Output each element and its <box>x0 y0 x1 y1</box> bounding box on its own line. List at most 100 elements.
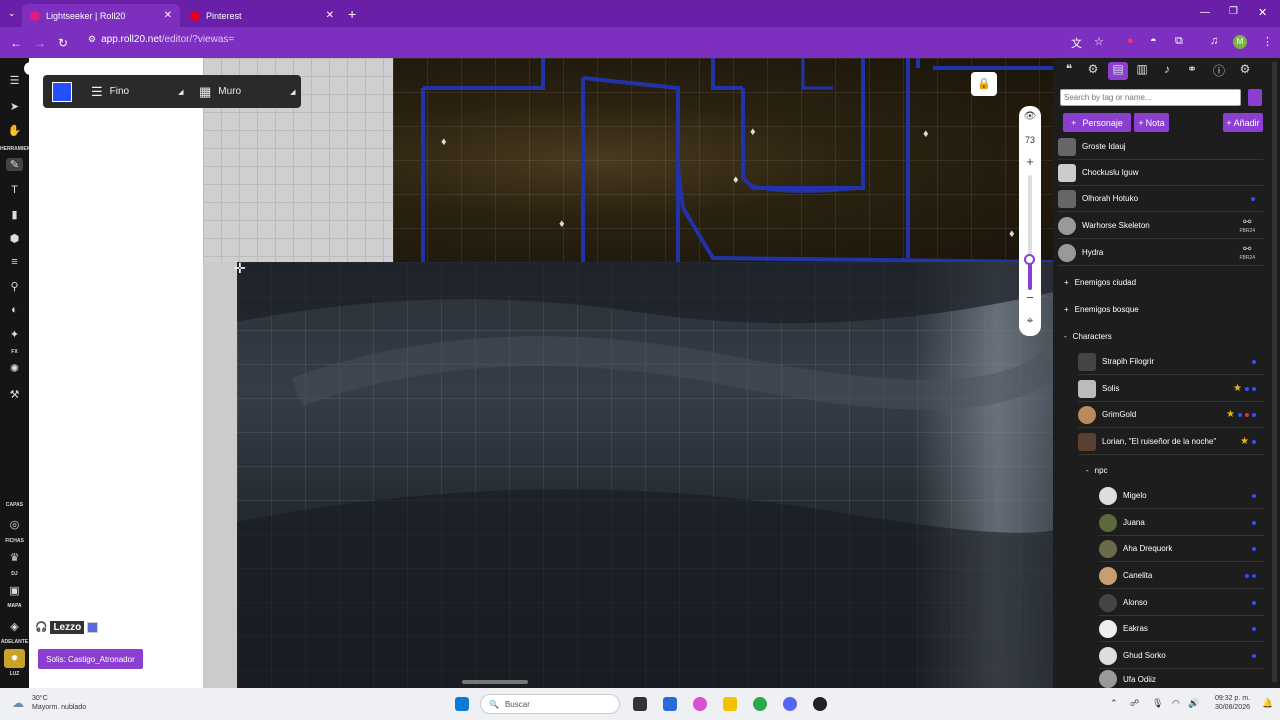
tag-filter-button[interactable] <box>1248 89 1262 106</box>
gear-icon[interactable]: ⚙ <box>1235 62 1255 76</box>
app-icon[interactable] <box>813 697 827 711</box>
magic-wand-icon[interactable]: ⚒ <box>6 388 23 401</box>
npc-entry[interactable]: Alonso <box>1099 590 1264 616</box>
ruler-icon[interactable]: ▮ <box>6 208 23 221</box>
chrome-icon[interactable] <box>753 697 767 711</box>
new-tab-button[interactable]: + <box>348 6 356 22</box>
stroke-width-select[interactable]: ☰ Fino ◢ <box>91 84 184 100</box>
player-color-swatch[interactable] <box>87 622 99 633</box>
forward-icon[interactable]: → <box>34 36 46 50</box>
recenter-icon[interactable]: ⌖ <box>1019 313 1041 328</box>
journal-entry[interactable]: Warhorse Skeleton ⚯ FBR24 <box>1058 213 1263 239</box>
task-view-icon[interactable] <box>633 697 647 711</box>
compendium-tab-icon[interactable]: ▥ <box>1132 62 1152 76</box>
folder-enemigos-ciudad[interactable]: + Enemigos ciudad <box>1064 269 1136 295</box>
windows-start-icon[interactable] <box>455 697 469 711</box>
npc-entry[interactable]: Canelita <box>1099 563 1264 589</box>
extension-icon[interactable]: ◓ <box>1150 35 1157 47</box>
chevron-up-icon[interactable]: ⌃ <box>1110 698 1118 709</box>
tab-pinterest[interactable]: Pinterest ✕ <box>182 4 342 27</box>
text-icon[interactable]: T <box>6 184 23 196</box>
horizontal-scroll-handle[interactable] <box>462 680 528 684</box>
dice-icon[interactable]: ⬢ <box>6 232 23 245</box>
journal-search-input[interactable] <box>1060 89 1241 106</box>
media-icon[interactable]: ♫ <box>1210 35 1218 47</box>
shape-select[interactable]: ▦ Muro ◢ <box>199 84 295 100</box>
mic-icon[interactable]: 🎙 <box>1152 698 1163 709</box>
add-character-button[interactable]: + Personaje <box>1063 113 1131 132</box>
chat-tab-icon[interactable]: ❝ <box>1059 62 1079 76</box>
folder-enemigos-bosque[interactable]: + Enemigos bosque <box>1064 296 1139 322</box>
journal-entry[interactable]: Groste Idauj <box>1058 134 1263 160</box>
site-info-icon[interactable]: ⚙ <box>88 34 96 45</box>
color-swatch[interactable] <box>52 81 72 102</box>
discord-icon[interactable] <box>783 697 797 711</box>
tab-roll20[interactable]: Lightseeker | Roll20 ✕ <box>22 4 180 27</box>
character-entry[interactable]: GrimGold ★ <box>1078 402 1264 428</box>
translate-icon[interactable]: 文 <box>1071 35 1082 51</box>
zoom-slider-handle[interactable] <box>1024 254 1035 265</box>
crown-icon[interactable]: ♛ <box>6 551 23 564</box>
file-explorer-icon[interactable] <box>723 697 737 711</box>
star-icon[interactable]: ★ <box>1226 409 1235 420</box>
zoom-in-icon[interactable]: + <box>1019 154 1041 169</box>
menu-icon[interactable]: ☰ <box>6 74 23 87</box>
character-entry[interactable]: Lorian, "El ruiseñor de la noche" ★ <box>1078 429 1264 455</box>
extension-icon[interactable]: ● <box>1127 35 1134 47</box>
minimize-icon[interactable]: — <box>1200 7 1210 18</box>
macro-button[interactable]: Solis: Castigo_Atronador <box>38 649 143 669</box>
back-icon[interactable]: ← <box>10 36 22 50</box>
bookmark-star-icon[interactable]: ☆ <box>1094 35 1104 48</box>
network-icon[interactable]: ☍ <box>1130 698 1139 709</box>
tokens-layer-icon[interactable]: ◎ <box>6 518 23 531</box>
pin-icon[interactable]: ⚲ <box>6 280 23 293</box>
taskbar-search[interactable]: 🔍 Buscar <box>480 694 620 714</box>
folder-npc[interactable]: - npc <box>1086 457 1108 483</box>
journal-entry[interactable]: Olhorah Hotuko <box>1058 186 1263 212</box>
player-indicator[interactable]: 🎧 Lezzo <box>35 620 103 635</box>
browser-menu-icon[interactable]: ⋮ <box>1262 35 1273 48</box>
select-icon[interactable]: ➤ <box>6 100 23 113</box>
lighting-layer-icon[interactable]: ✹ <box>4 649 25 668</box>
notes-icon[interactable]: ≡ <box>6 256 23 268</box>
pan-hand-icon[interactable]: ✋ <box>6 124 23 137</box>
star-icon[interactable]: ★ <box>1240 436 1249 447</box>
npc-entry[interactable]: Juana <box>1099 510 1264 536</box>
maximize-icon[interactable]: ❐ <box>1229 6 1238 17</box>
profile-avatar[interactable]: M <box>1233 35 1247 49</box>
npc-entry[interactable]: Eakras <box>1099 616 1264 642</box>
folder-characters[interactable]: - Characters <box>1064 323 1112 349</box>
collection-tab-icon[interactable]: ⚭ <box>1182 62 1202 76</box>
weather-widget[interactable]: 30°C Mayorm. nublado <box>32 694 86 712</box>
map-layer-icon[interactable]: ▣ <box>6 584 23 597</box>
close-tab-icon[interactable]: ✕ <box>326 10 334 21</box>
journal-scrollbar[interactable] <box>1272 62 1277 682</box>
npc-entry[interactable]: Migelo <box>1099 483 1264 509</box>
close-window-icon[interactable]: ✕ <box>1258 6 1267 19</box>
jukebox-tab-icon[interactable]: ♪ <box>1157 62 1177 76</box>
journal-tab-icon[interactable]: ▤ <box>1108 62 1128 80</box>
npc-entry[interactable]: Aha Drequork <box>1099 536 1264 562</box>
notification-bell-icon[interactable]: 🔔 <box>1262 698 1273 709</box>
wifi-icon[interactable]: ◠ <box>1172 698 1180 709</box>
zoom-out-icon[interactable]: − <box>1019 290 1041 305</box>
tab-list-icon[interactable]: ⌄ <box>8 8 16 19</box>
journal-entry[interactable]: Hydra ⚯ FBR24 <box>1058 240 1263 266</box>
light-bulb-icon[interactable]: ✺ <box>6 362 23 375</box>
eye-icon[interactable]: 👁 <box>1019 111 1041 122</box>
star-icon[interactable]: ★ <box>1233 383 1242 394</box>
add-button[interactable]: + Añadir <box>1223 113 1263 132</box>
info-tab-icon[interactable]: ⓘ <box>1209 62 1229 79</box>
extensions-puzzle-icon[interactable]: ⧉ <box>1175 35 1183 48</box>
fx-brush-icon[interactable]: ✦ <box>6 328 23 341</box>
draw-pen-icon[interactable]: ✎ <box>6 158 23 171</box>
store-icon[interactable] <box>663 697 677 711</box>
npc-entry[interactable]: Ghud Sorko <box>1099 643 1264 669</box>
character-entry[interactable]: Solis ★ <box>1078 376 1264 402</box>
npc-entry[interactable]: Ufa Odiiz <box>1099 670 1264 688</box>
settings-tab-icon[interactable]: ⚙ <box>1083 62 1103 76</box>
character-entry[interactable]: Strapih Filogrir <box>1078 349 1264 375</box>
volume-icon[interactable]: 🔊 <box>1188 698 1199 709</box>
add-note-button[interactable]: + Nota <box>1134 113 1169 132</box>
foreground-layer-icon[interactable]: ◈ <box>6 620 23 633</box>
